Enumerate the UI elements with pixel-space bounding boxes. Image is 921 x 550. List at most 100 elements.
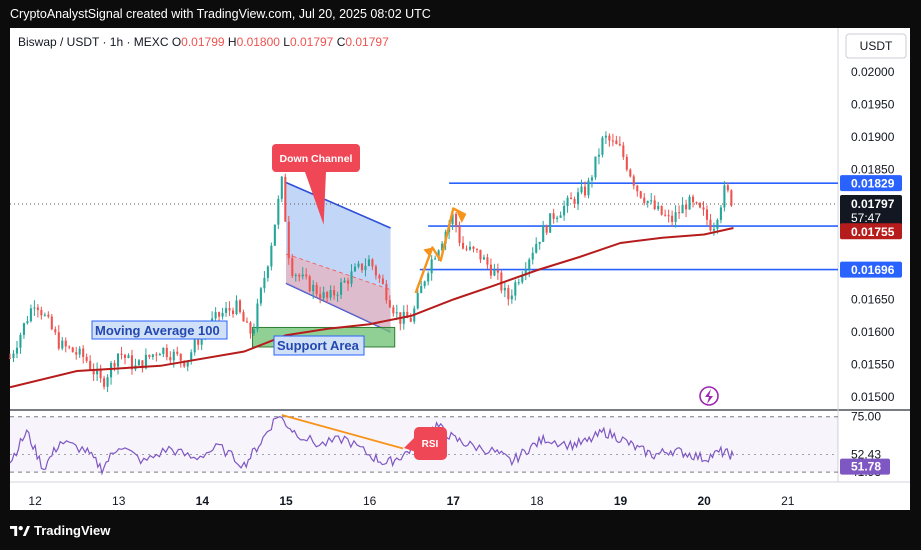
candle-body [346, 280, 350, 284]
price-pane-background [10, 28, 838, 410]
candle-body [479, 249, 482, 260]
candle-body [151, 354, 154, 358]
time-tick-label: 13 [112, 494, 126, 508]
candle-body [367, 259, 370, 266]
candle-body [364, 265, 367, 271]
chart-svg[interactable]: Biswap / USDT · 1h · MEXC O0.01799 H0.01… [0, 0, 921, 550]
candle-body [99, 369, 102, 379]
tradingview-logo-icon [10, 526, 30, 536]
candle-body [263, 277, 266, 289]
time-axis-background [10, 482, 910, 510]
candle-body [587, 180, 590, 196]
candle-body [601, 137, 604, 155]
candle-body [688, 196, 691, 210]
candle-body [528, 259, 531, 270]
candle-body [89, 360, 92, 370]
candle-body [374, 266, 377, 276]
rsi-callout-label: RSI [422, 439, 439, 450]
candle-body [113, 363, 116, 367]
footer-brand: TradingView [34, 523, 111, 538]
candle-body [538, 241, 541, 244]
candle-body [632, 176, 635, 186]
candle-body [709, 219, 712, 231]
time-tick-label: 12 [28, 494, 42, 508]
candle-body [266, 266, 269, 278]
candle-body [705, 209, 709, 220]
chart-frame: CryptoAnalystSignal created with Trading… [0, 0, 921, 550]
candle-body [162, 347, 165, 354]
candle-body [503, 287, 506, 291]
candle-body [409, 317, 412, 322]
candle-body [8, 358, 12, 359]
candle-body [514, 282, 517, 296]
candle-body [685, 204, 688, 210]
candle-body [660, 205, 663, 215]
candle-body [604, 135, 607, 138]
candle-body [214, 312, 217, 319]
candle-body [434, 258, 437, 260]
candle-body [664, 214, 667, 216]
candle-body [284, 176, 287, 222]
candle-body [245, 321, 249, 323]
current-price-label: 0.01797 [851, 197, 895, 211]
candle-body [315, 284, 318, 295]
candle-body [507, 287, 510, 300]
candle-body [517, 282, 520, 284]
candle-body [333, 290, 336, 296]
candle-body [353, 266, 357, 272]
candle-body [280, 176, 283, 199]
candle-body [54, 329, 57, 333]
candle-body [291, 258, 294, 276]
price-tick-label: 0.01950 [851, 98, 895, 112]
candle-body [392, 307, 395, 314]
countdown-label: 57:47 [851, 211, 881, 225]
candle-body [542, 225, 545, 242]
price-tick-label: 0.01850 [851, 163, 895, 177]
candle-body [552, 213, 555, 219]
price-tick-label: 0.01500 [851, 390, 895, 404]
candle-body [468, 246, 472, 250]
candle-body [576, 192, 580, 205]
candle-body [629, 169, 632, 177]
price-tick-label: 0.02000 [851, 65, 895, 79]
candle-body [228, 308, 231, 311]
candle-body [221, 312, 224, 317]
candle-body [158, 353, 161, 356]
candle-body [120, 353, 123, 355]
candle-body [381, 278, 384, 284]
candle-body [500, 272, 503, 291]
candle-body [326, 292, 329, 298]
candle-body [646, 201, 649, 203]
candle-body [639, 191, 642, 198]
rsi-value-label: 51.78 [851, 460, 881, 474]
candle-body [225, 308, 228, 313]
candle-body [678, 212, 681, 214]
candle-body [535, 243, 538, 253]
candle-body [33, 307, 36, 309]
candle-body [716, 219, 719, 229]
candle-body [378, 275, 381, 279]
candle-body [590, 177, 594, 181]
candle-body [305, 274, 308, 277]
candle-body [559, 215, 562, 218]
candle-body [395, 312, 398, 314]
candle-body [573, 199, 576, 205]
candle-body [726, 185, 729, 191]
candle-body [26, 321, 29, 324]
candle-body [322, 292, 325, 299]
time-tick-label: 21 [781, 494, 795, 508]
candle-body [667, 215, 670, 217]
candle-body [252, 329, 255, 334]
candle-body [427, 273, 430, 282]
candle-body [496, 269, 499, 273]
candle-body [531, 252, 534, 260]
ohlc-legend: Biswap / USDT · 1h · MEXC O0.01799 H0.01… [18, 35, 389, 49]
candle-body [193, 339, 196, 353]
candle-body [653, 200, 656, 210]
candle-body [594, 156, 597, 178]
candle-body [465, 248, 468, 250]
candle-body [249, 322, 252, 334]
price-tick-label: 0.01550 [851, 358, 895, 372]
candle-body [712, 228, 715, 231]
candle-body [357, 263, 360, 267]
